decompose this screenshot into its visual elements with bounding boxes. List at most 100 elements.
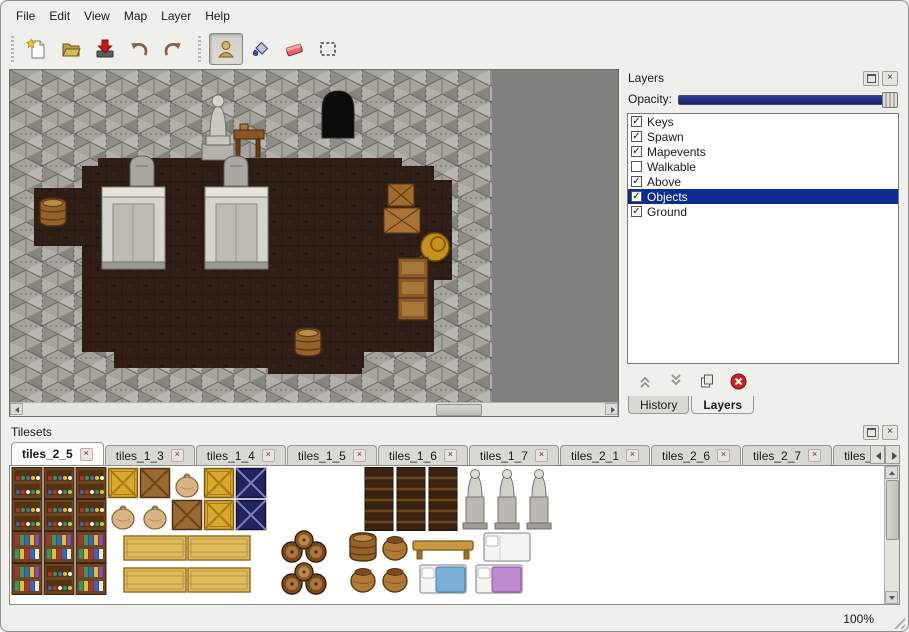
eraser-tool-button[interactable] (277, 33, 311, 65)
tab-label: tiles_2_6 (662, 449, 710, 463)
undo-icon (128, 38, 150, 60)
raise-layer-button[interactable] (636, 372, 654, 390)
tileset-tab-tiles_2_1[interactable]: tiles_2_1 × (560, 445, 650, 465)
layer-visibility-checkbox[interactable] (631, 161, 642, 172)
layer-visibility-checkbox[interactable]: ✓ (631, 116, 642, 127)
tileset-tab-tiles_1_5[interactable]: tiles_1_5 × (287, 445, 377, 465)
menu-view[interactable]: View (77, 6, 117, 26)
save-button[interactable] (88, 33, 122, 65)
menu-map[interactable]: Map (117, 6, 154, 26)
tilesets-panel: Tilesets × tiles_2_5 × tiles_1_3 × tiles… (9, 423, 900, 605)
layer-visibility-checkbox[interactable]: ✓ (631, 146, 642, 157)
tilesets-panel-titlebar: Tilesets × (9, 423, 900, 441)
tab-history[interactable]: History (628, 396, 689, 414)
save-icon (94, 38, 116, 60)
menu-edit[interactable]: Edit (42, 6, 77, 26)
tab-close-icon[interactable]: × (717, 449, 730, 462)
delete-layer-button[interactable] (729, 372, 747, 390)
dock-tab-bar: History Layers (626, 396, 900, 417)
layer-visibility-checkbox[interactable]: ✓ (631, 176, 642, 187)
layer-row-objects[interactable]: ✓ Objects (628, 189, 898, 204)
undo-button[interactable] (122, 33, 156, 65)
tileset-image[interactable] (11, 467, 555, 599)
fill-tool-button[interactable] (243, 33, 277, 65)
stamp-tool-button[interactable] (209, 33, 243, 65)
status-bar: 100% (1, 605, 908, 632)
tileset-tab-tiles_1_7[interactable]: tiles_1_7 × (469, 445, 559, 465)
tab-close-icon[interactable]: × (262, 449, 275, 462)
menu-bar: File Edit View Map Layer Help (1, 1, 908, 29)
layer-row-spawn[interactable]: ✓ Spawn (628, 129, 898, 144)
zoom-level: 100% (843, 612, 874, 626)
menu-layer[interactable]: Layer (154, 6, 198, 26)
scroll-left-arrow[interactable] (10, 403, 23, 415)
tab-close-icon[interactable]: × (535, 449, 548, 462)
menu-help[interactable]: Help (198, 6, 237, 26)
toolbar-handle[interactable] (9, 36, 16, 62)
barrel-left (40, 198, 66, 226)
layers-panel: Layers × Opacity: ✓ Keys ✓ Spawn (626, 69, 900, 417)
tab-close-icon[interactable]: × (353, 449, 366, 462)
tileset-view[interactable] (9, 465, 900, 605)
tileset-vertical-scrollbar[interactable] (884, 466, 899, 604)
tileset-tab-tiles_2_7[interactable]: tiles_2_7 × (742, 445, 832, 465)
menu-file[interactable]: File (9, 6, 42, 26)
layers-float-button[interactable] (863, 71, 879, 86)
new-file-button[interactable] (20, 33, 54, 65)
redo-button[interactable] (156, 33, 190, 65)
tab-close-icon[interactable]: × (808, 449, 821, 462)
select-tool-icon (317, 38, 339, 60)
layer-row-mapevents[interactable]: ✓ Mapevents (628, 144, 898, 159)
map-horizontal-scrollbar[interactable] (10, 402, 618, 416)
tab-close-icon[interactable]: × (444, 449, 457, 462)
cabinet (398, 258, 428, 320)
layer-visibility-checkbox[interactable]: ✓ (631, 191, 642, 202)
scroll-down-arrow[interactable] (885, 591, 898, 604)
opacity-slider[interactable] (678, 91, 898, 107)
layer-row-above[interactable]: ✓ Above (628, 174, 898, 189)
scrollbar-thumb[interactable] (886, 480, 899, 540)
layer-label: Mapevents (647, 145, 706, 159)
tileset-tab-tiles_2_6[interactable]: tiles_2_6 × (651, 445, 741, 465)
layer-visibility-checkbox[interactable]: ✓ (631, 206, 642, 217)
tab-label: tiles_2_5 (22, 447, 73, 461)
lower-layer-button[interactable] (667, 372, 685, 390)
tab-layers[interactable]: Layers (691, 396, 754, 414)
tileset-tab-tiles_1_4[interactable]: tiles_1_4 × (196, 445, 286, 465)
resize-grip[interactable] (891, 615, 905, 629)
tileset-tab-tiles_1_3[interactable]: tiles_1_3 × (105, 445, 195, 465)
select-tool-button[interactable] (311, 33, 345, 65)
layer-row-ground[interactable]: ✓ Ground (628, 204, 898, 219)
tab-scroll-left-button[interactable] (870, 445, 885, 464)
float-icon (867, 428, 876, 437)
layer-label: Ground (647, 205, 687, 219)
layer-row-walkable[interactable]: Walkable (628, 159, 898, 174)
layer-label: Keys (647, 115, 674, 129)
open-button[interactable] (54, 33, 88, 65)
scroll-right-arrow[interactable] (605, 403, 618, 415)
layer-row-keys[interactable]: ✓ Keys (628, 114, 898, 129)
duplicate-layer-button[interactable] (698, 372, 716, 390)
tab-close-icon[interactable]: × (171, 449, 184, 462)
layers-panel-titlebar: Layers × (626, 69, 900, 87)
layer-visibility-checkbox[interactable]: ✓ (631, 131, 642, 142)
tab-close-icon[interactable]: × (80, 448, 93, 461)
tab-scroll-right-button[interactable] (885, 445, 900, 464)
tilesets-close-button[interactable]: × (882, 425, 898, 440)
doorway (322, 91, 354, 138)
layer-label: Walkable (647, 160, 696, 174)
scrollbar-thumb[interactable] (436, 404, 482, 416)
toolbar-separator (196, 36, 203, 62)
map-view[interactable] (9, 69, 619, 417)
layers-close-button[interactable]: × (882, 71, 898, 86)
tileset-tab-tiles_1_6[interactable]: tiles_1_6 × (378, 445, 468, 465)
tileset-tab-tiles_2_5[interactable]: tiles_2_5 × (11, 442, 104, 465)
opacity-slider-handle[interactable] (882, 92, 898, 108)
tab-label: tiles_2_1 (571, 449, 619, 463)
float-icon (867, 74, 876, 83)
tab-label: tiles_1_7 (480, 449, 528, 463)
tilesets-float-button[interactable] (863, 425, 879, 440)
tab-close-icon[interactable]: × (626, 449, 639, 462)
map-canvas[interactable] (10, 70, 492, 403)
scroll-up-arrow[interactable] (885, 466, 898, 479)
